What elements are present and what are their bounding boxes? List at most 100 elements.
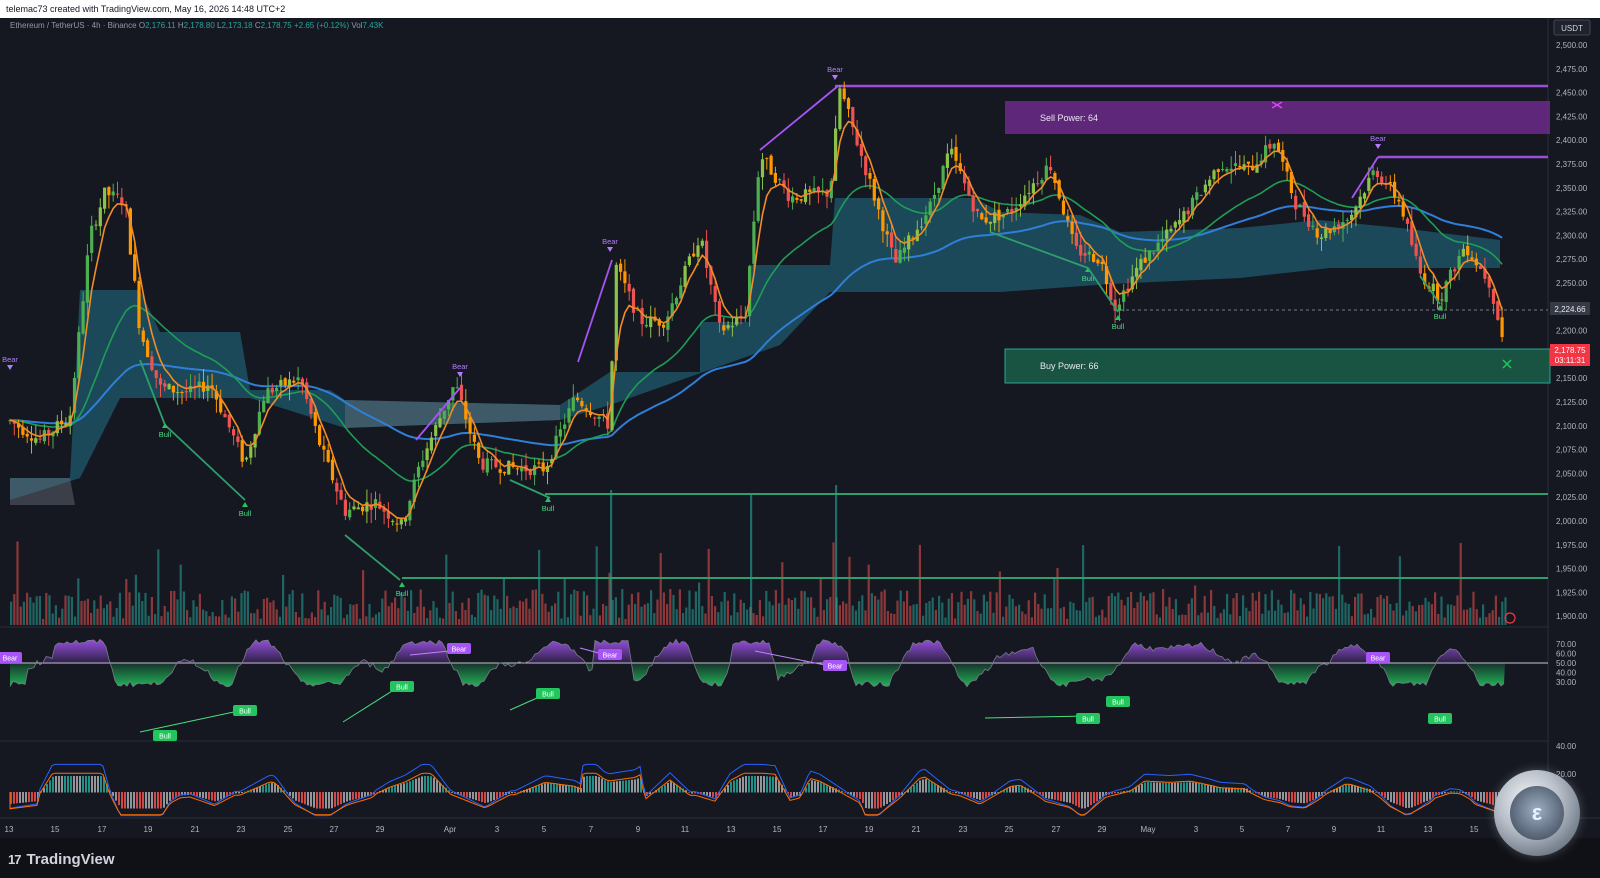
volume-bar [1085, 601, 1088, 625]
volume-bar [368, 603, 371, 625]
candle-body [1225, 169, 1229, 172]
macd-histogram-bar [217, 792, 219, 801]
candle-body [335, 482, 339, 492]
time-tick-label: 3 [1194, 825, 1199, 834]
macd-histogram-bar [169, 792, 171, 801]
volume-bar [426, 618, 429, 625]
macd-histogram-bar [1282, 792, 1284, 800]
time-tick-label: 21 [912, 825, 921, 834]
volume-bar [237, 611, 240, 625]
macd-histogram-bar [139, 792, 141, 809]
volume-bar [614, 597, 617, 625]
candle-body [537, 462, 541, 464]
currency-badge[interactable]: USDT [1553, 19, 1591, 36]
candle-body [593, 417, 597, 419]
macd-histogram-bar [91, 776, 93, 793]
volume-bar [1376, 596, 1379, 625]
macd-histogram-bar [1057, 792, 1059, 801]
volume-bar [96, 608, 99, 625]
macd-histogram-bar [475, 792, 477, 801]
chart-canvas[interactable]: 2,500.00 2,475.00 2,450.00 2,425.00 2,400.00… [0, 0, 1600, 838]
volume-histogram [10, 485, 1507, 625]
volume-bar [10, 601, 13, 625]
rsi-tick-label: 70.00 [1556, 640, 1577, 649]
macd-histogram-bar [1033, 791, 1035, 793]
volume-bar [557, 591, 560, 625]
macd-histogram-bar [70, 776, 72, 793]
rsi-bull-label: Bull [396, 685, 408, 692]
price-axis[interactable]: 2,500.00 2,475.00 2,450.00 2,425.00 2,400.00… [1556, 41, 1588, 621]
volume-bar [1270, 590, 1273, 625]
time-axis[interactable]: 13 15 17 19 21 23 25 27 29 Apr 3 5 7 9 11 13 15 17 19 21 23 2… [5, 825, 1479, 834]
volume-bar [870, 593, 873, 625]
price-tick-label: 1,950.00 [1556, 565, 1588, 574]
volume-bar [618, 617, 621, 625]
candle-body [425, 448, 429, 461]
tradingview-logo[interactable]: 17 TradingView [8, 851, 115, 868]
bear-label: Bear [602, 237, 618, 246]
candle-body [674, 297, 679, 305]
macd-histogram-bar [1351, 784, 1353, 793]
candle-body [1018, 204, 1023, 207]
macd-histogram-bar [1174, 782, 1176, 793]
macd-histogram-bar [304, 792, 306, 805]
volume-bar [944, 617, 947, 625]
candle-body [928, 201, 932, 216]
volume-bar [1334, 608, 1337, 625]
volume-bar [1386, 595, 1389, 625]
volume-bar [451, 591, 454, 625]
candle-body [395, 523, 399, 525]
rsi-bear-label: Bear [603, 653, 618, 660]
macd-histogram-bar [166, 792, 168, 805]
macd-histogram-bar [1162, 782, 1164, 793]
buy-power-zone[interactable]: Buy Power: 66 [1004, 348, 1551, 384]
candle-body [1362, 193, 1367, 199]
volume-bar [931, 597, 934, 625]
volume-bar [275, 609, 278, 625]
candle-body [438, 418, 442, 428]
volume-bar [246, 591, 249, 625]
macd-histogram-bar [325, 792, 327, 809]
volume-bar [1360, 593, 1363, 625]
volume-bar [285, 606, 288, 625]
macd-histogram-bar [433, 777, 435, 793]
candle-body [472, 434, 476, 442]
macd-histogram-bar [1210, 785, 1212, 793]
candle-body [1109, 283, 1113, 301]
volume-bar [886, 611, 889, 625]
volume-bar [1296, 610, 1299, 625]
candle-body [877, 198, 881, 210]
volume-bar [592, 608, 595, 625]
candle-body [1233, 163, 1238, 166]
macd-histogram-bar [1489, 792, 1491, 805]
candle-body [107, 187, 111, 196]
volume-bar [486, 595, 489, 625]
rsi-bull-label: Bull [159, 734, 171, 741]
candle-body [223, 414, 227, 418]
volume-bar [518, 600, 521, 625]
volume-bar [538, 549, 541, 625]
time-tick-label: 11 [681, 825, 690, 834]
candle-body [864, 156, 868, 176]
macd-histogram-bar [631, 779, 633, 793]
volume-bar [685, 607, 688, 625]
candle-body [937, 187, 941, 193]
volume-bar [416, 606, 419, 625]
candle-body [700, 240, 704, 246]
candle-body [232, 429, 236, 436]
macd-histogram-bar [1315, 792, 1317, 799]
macd-histogram-bar [1342, 785, 1344, 793]
volume-bar [442, 618, 445, 625]
time-tick-label: Apr [444, 825, 457, 834]
rsi-pane [9, 638, 1505, 688]
candle-body [1100, 261, 1104, 265]
macd-histogram-bar [769, 776, 771, 793]
volume-bar [659, 553, 662, 625]
volume-bar [918, 544, 921, 625]
volume-bar [1050, 608, 1053, 625]
macd-histogram-bar [976, 792, 978, 800]
macd-histogram-bar [922, 779, 924, 793]
volume-bar [154, 614, 157, 625]
volume-bar [1072, 602, 1075, 625]
volume-bar [29, 597, 32, 625]
